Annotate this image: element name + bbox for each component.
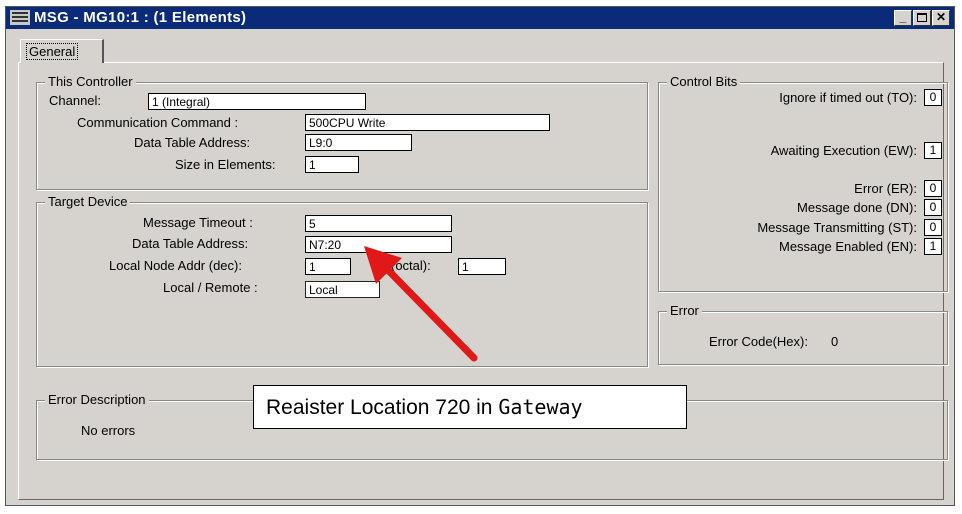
message-enabled-label: Message Enabled (EN):	[778, 239, 917, 254]
octal-field[interactable]: 1	[458, 258, 506, 275]
local-node-addr-label: Local Node Addr (dec):	[109, 258, 242, 273]
target-data-table-address-field[interactable]: N7:20	[305, 236, 452, 253]
message-timeout-label: Message Timeout :	[143, 215, 253, 230]
octal-label: (octal):	[391, 258, 431, 273]
ignore-timed-out-bit[interactable]: 0	[924, 89, 942, 106]
maximize-button[interactable]	[913, 10, 931, 26]
target-device-group: Target Device Message Timeout : 5 Data T…	[36, 194, 648, 367]
window-title: MSG - MG10:1 : (1 Elements)	[34, 9, 247, 26]
callout-text: Reaister Location 720 in	[266, 396, 499, 419]
minimize-icon: _	[899, 10, 907, 24]
target-data-table-address-label: Data Table Address:	[132, 236, 249, 251]
error-legend: Error	[667, 303, 702, 318]
error-description-legend: Error Description	[45, 392, 149, 407]
message-transmitting-label: Message Transmitting (ST):	[757, 220, 917, 235]
maximize-icon	[917, 13, 927, 22]
close-icon: ✕	[935, 10, 947, 24]
ignore-timed-out-label: Ignore if timed out (TO):	[779, 90, 917, 105]
message-enabled-bit[interactable]: 1	[924, 238, 942, 255]
close-button[interactable]: ✕	[932, 10, 950, 26]
error-description-text: No errors	[81, 423, 136, 438]
message-timeout-field[interactable]: 5	[305, 215, 452, 232]
annotation-callout: Reaister Location 720 in Gateway	[253, 385, 687, 429]
message-transmitting-bit[interactable]: 0	[924, 219, 942, 236]
local-node-addr-field[interactable]: 1	[305, 258, 351, 275]
comm-command-field[interactable]: 500CPU Write	[305, 114, 550, 131]
tab-general[interactable]: General	[20, 39, 104, 63]
callout-gateway-text: Gateway	[498, 395, 583, 419]
size-label: Size in Elements:	[175, 157, 276, 172]
error-group: Error Error Code(Hex): 0	[658, 303, 948, 365]
error-bit-label: Error (ER):	[854, 181, 917, 196]
message-config-icon	[10, 10, 30, 25]
channel-field[interactable]: 1 (Integral)	[148, 93, 366, 110]
awaiting-execution-bit[interactable]: 1	[924, 142, 942, 159]
control-bits-legend: Control Bits	[667, 74, 741, 89]
error-code-label: Error Code(Hex):	[709, 334, 808, 349]
comm-command-label: Communication Command :	[77, 115, 239, 130]
this-controller-legend: This Controller	[45, 74, 136, 89]
data-table-address-field[interactable]: L9:0	[305, 134, 412, 151]
tab-general-label: General	[26, 43, 79, 60]
error-code-value: 0	[831, 334, 839, 349]
size-field[interactable]: 1	[305, 156, 359, 173]
target-device-legend: Target Device	[45, 194, 131, 209]
message-done-bit[interactable]: 0	[924, 199, 942, 216]
local-remote-select[interactable]: Local	[305, 281, 380, 298]
message-done-label: Message done (DN):	[797, 200, 917, 215]
data-table-address-label: Data Table Address:	[134, 135, 251, 150]
message-dialog-window: MSG - MG10:1 : (1 Elements) _ ✕ General …	[5, 6, 955, 506]
control-bits-group: Control Bits Ignore if timed out (TO): 0…	[658, 74, 948, 292]
awaiting-execution-label: Awaiting Execution (EW):	[770, 143, 917, 158]
channel-label: Channel:	[49, 93, 102, 108]
title-bar: MSG - MG10:1 : (1 Elements) _ ✕	[6, 7, 954, 29]
this-controller-group: This Controller Channel: 1 (Integral) Co…	[36, 74, 648, 190]
minimize-button[interactable]: _	[894, 10, 912, 26]
local-remote-label: Local / Remote :	[163, 280, 258, 295]
error-bit[interactable]: 0	[924, 180, 942, 197]
